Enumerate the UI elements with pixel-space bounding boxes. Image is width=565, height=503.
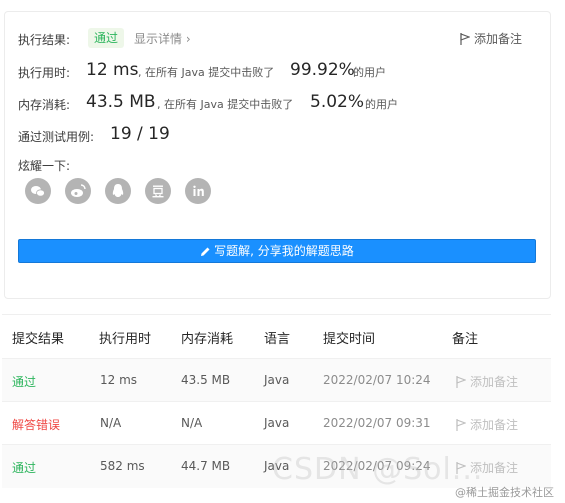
header-language: 语言 [264,332,291,347]
result-label: 执行结果: [18,33,71,47]
status-badge: 通过 [88,28,125,48]
header-time: 提交时间 [323,332,376,347]
row-result-link[interactable]: 通过 [12,459,36,476]
row-memory: N/A [181,416,203,430]
tests-value: 19 / 19 [110,124,170,144]
flag-icon [456,376,466,388]
memory-value: 43.5 MB [86,92,156,112]
watermark-site: @稀土掘金技术社区 [455,486,554,499]
row-time: 2022/02/07 10:24 [323,373,431,387]
row-language: Java [264,373,290,387]
row-memory: 44.7 MB [181,459,231,473]
header-memory: 内存消耗 [181,332,234,347]
row-runtime: 582 ms [100,459,145,473]
row-add-note-label: 添加备注 [470,375,519,389]
write-solution-button[interactable]: 写题解, 分享我的解题思路 [18,239,536,263]
row-runtime: 12 ms [100,373,138,387]
flag-icon [456,419,466,431]
row-add-note-label: 添加备注 [470,418,519,432]
runtime-percent: 99.92% [290,60,355,80]
runtime-value: 12 ms [86,60,139,80]
row-add-note-button[interactable]: 添加备注 [456,416,518,433]
show-details-label: 显示详情 [134,32,183,46]
douban-icon[interactable] [145,178,171,204]
row-time: 2022/02/07 09:31 [323,416,431,430]
show-details-link[interactable]: 显示详情 › [134,30,191,47]
header-note: 备注 [452,332,479,347]
chevron-right-icon: › [185,32,191,46]
pencil-icon [201,247,210,256]
header-runtime: 执行用时 [99,332,152,347]
runtime-label: 执行用时: [18,66,71,80]
header-result: 提交结果 [12,332,65,347]
row-result-link[interactable]: 通过 [12,373,36,390]
wechat-icon[interactable] [25,178,51,204]
memory-suffix: 的用户 [365,98,398,111]
row-language: Java [264,416,290,430]
add-note-label: 添加备注 [474,32,523,46]
linkedin-icon[interactable] [185,178,211,204]
tests-label: 通过测试用例: [18,130,95,144]
share-label: 炫耀一下: [18,159,71,173]
runtime-prefix: , 在所有 Java 提交中击败了 [138,66,275,79]
memory-label: 内存消耗: [18,98,71,112]
write-solution-label: 写题解, 分享我的解题思路 [214,244,354,258]
row-memory: 43.5 MB [181,373,231,387]
row-runtime: N/A [100,416,122,430]
row-result-link[interactable]: 解答错误 [12,416,60,433]
memory-percent: 5.02% [310,92,365,112]
add-note-button[interactable]: 添加备注 [460,30,522,47]
runtime-suffix: 的用户 [353,66,386,79]
watermark: CSDN @Sol... [272,452,484,487]
row-add-note-button[interactable]: 添加备注 [456,373,518,390]
table-row: 解答错误 N/A N/A Java 2022/02/07 09:31 添加备注 [2,401,551,445]
table-row: 通过 12 ms 43.5 MB Java 2022/02/07 10:24 添… [2,358,551,402]
weibo-icon[interactable] [65,178,91,204]
flag-icon [460,33,470,45]
qq-icon[interactable] [105,178,131,204]
memory-prefix: , 在所有 Java 提交中击败了 [157,98,294,111]
